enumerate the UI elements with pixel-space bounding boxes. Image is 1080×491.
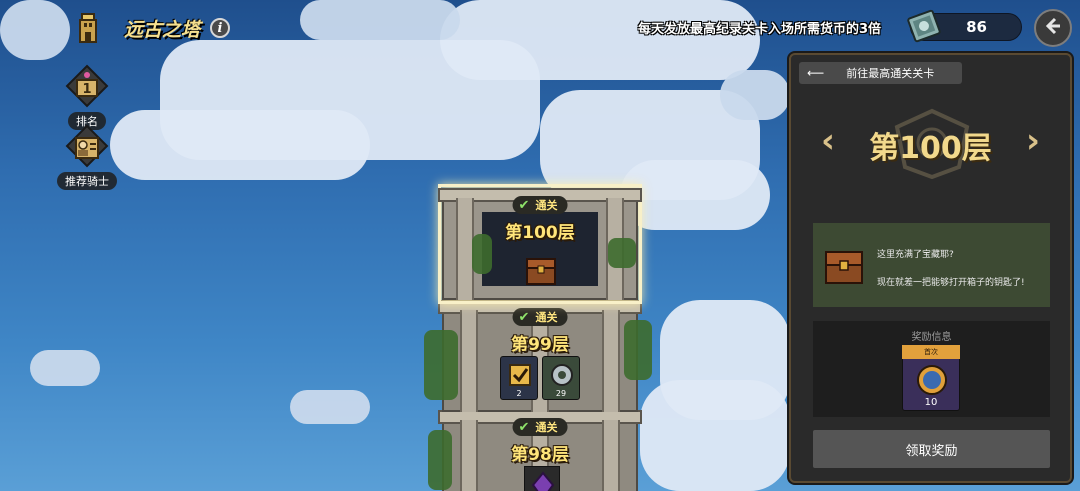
goto-highest-floor-button[interactable]: ⟵ 前往最高通关关卡 — [799, 62, 962, 84]
reward-header: 奖励信息 — [911, 332, 952, 343]
check-badge-icon — [509, 364, 531, 386]
description-box: 这里充满了宝藏耶? 现在就差一把能够打开箱子的钥匙了! — [813, 223, 1050, 307]
check-icon: ✔ — [518, 309, 530, 325]
cleared-badge: ✔ 通关 — [512, 196, 568, 214]
currency-value: 86 — [966, 18, 987, 36]
ticket-icon — [905, 8, 943, 44]
treasure-chest-icon — [524, 254, 558, 288]
info-icon[interactable]: i — [210, 18, 231, 38]
cloud — [0, 0, 70, 60]
next-floor-arrow-icon[interactable]: › — [1026, 121, 1040, 161]
gear-item-icon — [551, 364, 573, 386]
reward-item[interactable]: 首次 10 — [902, 345, 960, 411]
rank-button[interactable]: 1 排名 — [56, 62, 118, 130]
knights-icon — [63, 122, 111, 170]
reward-count: 10 — [924, 397, 938, 408]
cloud — [620, 160, 770, 230]
rank-icon: 1 — [63, 62, 111, 110]
title-block: 远古之塔 i — [70, 10, 231, 46]
rank-badge: 1 — [82, 82, 91, 97]
treasure-chest-icon — [823, 247, 865, 287]
currency-note: 每天发放最高纪录关卡入场所需货币的3倍 — [638, 22, 882, 37]
page-title: 远古之塔 — [124, 18, 201, 41]
cloud — [440, 0, 760, 80]
reward-item[interactable]: 2 — [500, 356, 538, 400]
floor-100[interactable]: ✔ 通关 第100层 — [438, 184, 642, 304]
reward-item[interactable]: 29 — [542, 356, 580, 400]
back-button[interactable] — [1034, 9, 1072, 47]
cloud — [110, 110, 370, 180]
cleared-badge: ✔ 通关 — [512, 308, 568, 326]
back-arrow-icon: ⟵ — [807, 66, 825, 80]
description-line: 这里充满了宝藏耶? — [877, 250, 954, 260]
check-icon: ✔ — [518, 197, 530, 213]
crystal-icon — [524, 466, 560, 491]
floor-label: 第100层 — [505, 223, 575, 243]
cloud — [300, 0, 460, 40]
medal-icon — [917, 365, 947, 395]
floor-label: 第98层 — [511, 445, 569, 465]
floor-98[interactable]: ✔ 通关 第98层 — [428, 410, 642, 491]
cloud — [290, 390, 370, 424]
cloud — [30, 350, 100, 386]
floor-detail-panel: ⟵ 前往最高通关关卡 ‹ 第100层 › 这里充满了宝藏耶? 现在就差一把能够打… — [789, 53, 1072, 483]
tower: ✔ 通关 第98层 ✔ 通关 第99层 2 29 ✔ 通关 第100层 — [424, 184, 652, 491]
cloud — [720, 70, 790, 120]
back-arrow-icon — [1043, 16, 1063, 40]
check-icon: ✔ — [518, 419, 530, 435]
floor-label: 第99层 — [511, 335, 569, 355]
knights-label: 推荐骑士 — [57, 172, 117, 190]
description-line: 现在就差一把能够打开箱子的钥匙了! — [877, 278, 1025, 288]
reward-info-box: 奖励信息 首次 10 — [813, 321, 1050, 417]
claim-reward-button[interactable]: 领取奖励 — [813, 430, 1050, 468]
cloud — [640, 380, 790, 491]
floor-99[interactable]: ✔ 通关 第99层 2 29 — [424, 300, 652, 412]
cleared-badge: ✔ 通关 — [512, 418, 568, 436]
tower-icon — [70, 10, 106, 46]
first-clear-tag: 首次 — [902, 345, 960, 359]
recommended-knights-button[interactable]: 推荐骑士 — [56, 122, 118, 190]
